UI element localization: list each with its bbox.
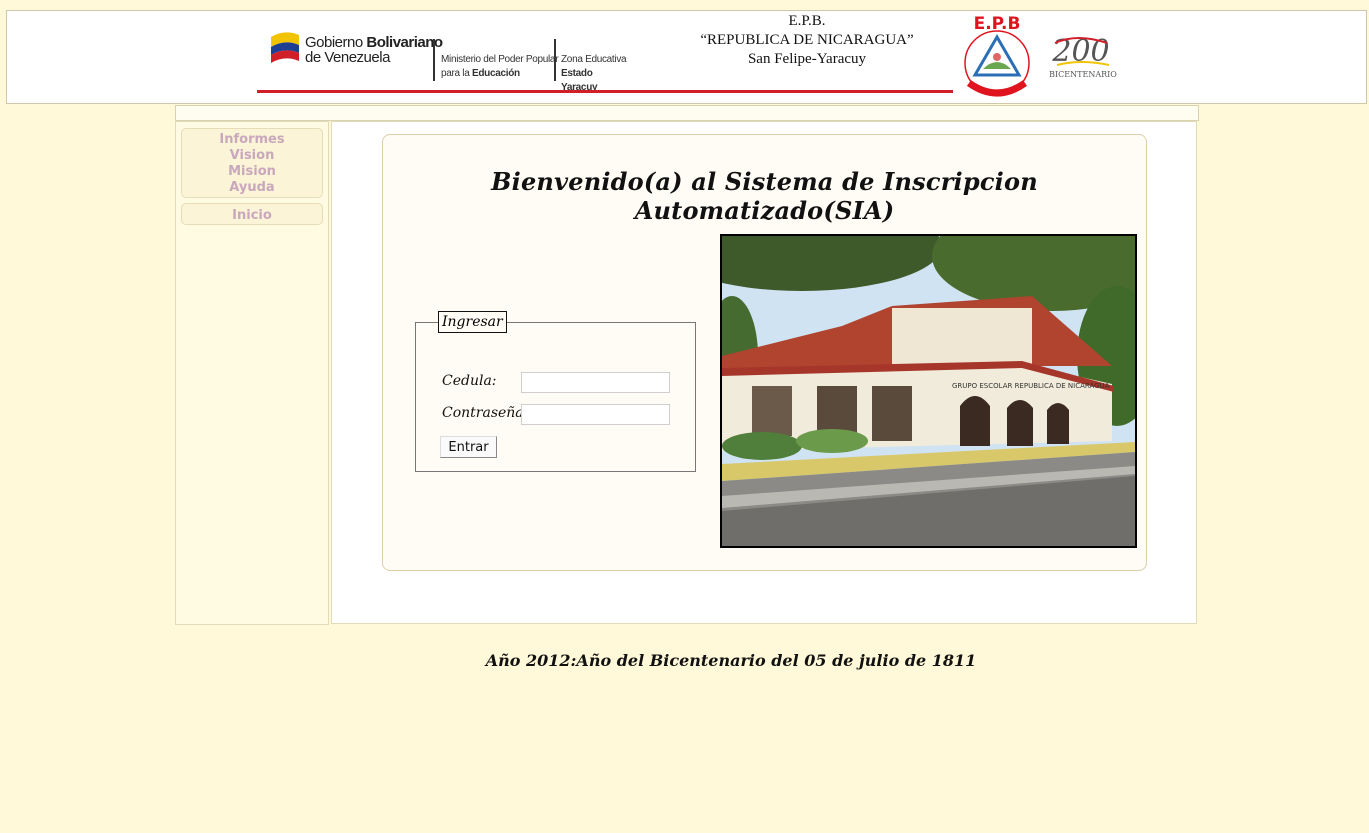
sidebar-item-vision[interactable]: Vision — [182, 148, 322, 164]
ministry-line1: Ministerio del Poder Popular — [441, 54, 559, 65]
header-banner: Gobierno Bolivariano de Venezuela Minist… — [6, 10, 1367, 104]
header-red-rule — [257, 90, 953, 93]
ministry-line2-bold: Educación — [471, 68, 520, 79]
photo-sign: GRUPO ESCOLAR REPUBLICA DE NICARAGUA — [952, 382, 1110, 390]
school-line1: E.P.B. — [788, 13, 826, 29]
zona-educativa: Zona Educativa Estado Yaracuy — [561, 53, 629, 95]
logo-separator — [433, 39, 435, 81]
sidebar-home-box: Inicio — [181, 203, 323, 225]
footer-text: Año 2012:Año del Bicentenario del 05 de … — [485, 651, 977, 670]
zona-line1: Zona Educativa — [561, 54, 627, 65]
top-strip — [175, 105, 1199, 121]
entrar-button[interactable]: Entrar — [440, 436, 497, 458]
cedula-input[interactable] — [521, 372, 670, 393]
gov-line2: de Venezuela — [305, 49, 390, 66]
sidebar-item-inicio[interactable]: Inicio — [232, 208, 272, 223]
epb-school-logo-icon: E.P.B — [964, 14, 1030, 97]
sidebar: Informes Vision Mision Ayuda Inicio — [175, 121, 329, 625]
login-form: Ingresar Cedula: Contraseña: Entrar — [415, 311, 696, 472]
welcome-panel: Bienvenido(a) al Sistema de Inscripcion … — [382, 134, 1147, 571]
venezuela-flag-icon — [271, 32, 299, 63]
ministry-line2: para la — [441, 68, 472, 79]
school-building-photo: GRUPO ESCOLAR REPUBLICA DE NICARAGUA — [720, 234, 1137, 548]
main-content: Bienvenido(a) al Sistema de Inscripcion … — [331, 121, 1197, 624]
school-line2: “REPUBLICA DE NICARAGUA” — [700, 32, 914, 48]
sidebar-item-ayuda[interactable]: Ayuda — [182, 180, 322, 196]
government-name: Gobierno Bolivariano de Venezuela — [305, 35, 443, 65]
bicentenario-logo-icon: 200 BICENTENARIO — [1049, 34, 1117, 79]
school-line3: San Felipe-Yaracuy — [747, 51, 867, 67]
cedula-label: Cedula: — [442, 373, 497, 389]
bicent-text: BICENTENARIO — [1049, 70, 1117, 79]
password-label: Contraseña: — [442, 405, 529, 421]
sidebar-item-mision[interactable]: Mision — [182, 164, 322, 180]
welcome-title: Bienvenido(a) al Sistema de Inscripcion … — [491, 167, 1038, 225]
sidebar-item-informes[interactable]: Informes — [182, 132, 322, 148]
school-title: E.P.B. “REPUBLICA DE NICARAGUA” San Feli… — [647, 12, 967, 69]
sidebar-menu: Informes Vision Mision Ayuda — [181, 128, 323, 198]
ministry-name: Ministerio del Poder Popular para la Edu… — [441, 53, 559, 81]
password-input[interactable] — [521, 404, 670, 425]
login-legend: Ingresar — [438, 311, 507, 333]
school-building-image: GRUPO ESCOLAR REPUBLICA DE NICARAGUA — [722, 236, 1135, 546]
logo-separator — [554, 39, 556, 81]
government-logo: Gobierno Bolivariano de Venezuela Minist… — [269, 25, 629, 93]
